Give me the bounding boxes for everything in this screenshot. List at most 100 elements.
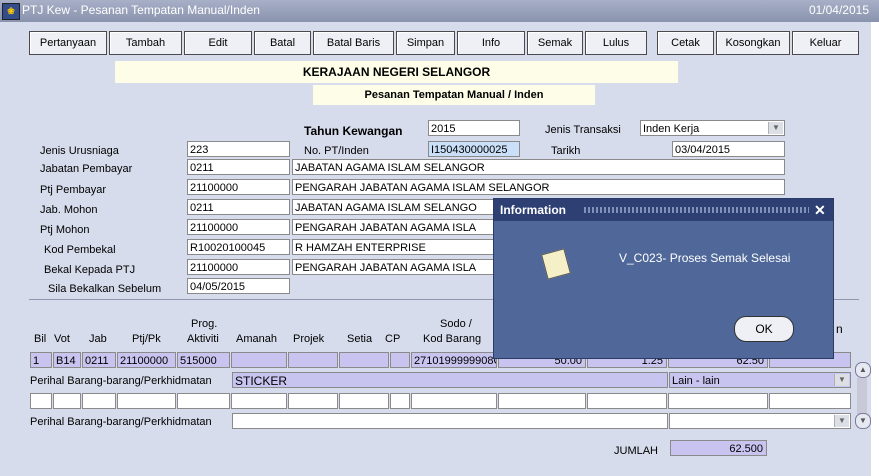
scrollbar-track[interactable]: [857, 378, 867, 414]
dialog-title-bar: Information ✕: [494, 199, 833, 221]
jenis-urusniaga-field[interactable]: 223: [187, 141, 290, 157]
form-title: Pesanan Tempatan Manual / Inden: [313, 85, 595, 105]
app-icon[interactable]: ❀: [2, 3, 20, 20]
col-jab: Jab: [89, 333, 107, 345]
jabatan-pembayar-name[interactable]: JABATAN AGAMA ISLAM SELANGOR: [292, 159, 785, 175]
perihal1-category[interactable]: Lain - lain ▼: [669, 372, 851, 388]
row1-jab[interactable]: 0211: [82, 352, 116, 368]
row1-amanah[interactable]: [231, 352, 287, 368]
keluar-button[interactable]: Keluar: [792, 31, 859, 55]
row1-vot[interactable]: B14: [53, 352, 81, 368]
row1-prog[interactable]: 515000: [177, 352, 230, 368]
row2-setia[interactable]: [339, 393, 389, 409]
tahun-label: Tahun Kewangan: [304, 124, 403, 138]
ptj-mohon-code[interactable]: 21100000: [187, 219, 290, 235]
col-vot: Vot: [54, 333, 70, 345]
lulus-button[interactable]: Lulus: [585, 31, 647, 55]
row2-ptj[interactable]: [117, 393, 176, 409]
edit-button[interactable]: Edit: [184, 31, 252, 55]
jab-mohon-code[interactable]: 0211: [187, 199, 290, 215]
kosongkan-button[interactable]: Kosongkan: [716, 31, 790, 55]
kod-pembekal-code[interactable]: R10020100045: [187, 239, 290, 255]
org-title: KERAJAAN NEGERI SELANGOR: [115, 61, 678, 83]
tarikh-field[interactable]: 03/04/2015: [672, 141, 785, 157]
bekal-kepada-code[interactable]: 21100000: [187, 259, 290, 275]
note-icon: [541, 248, 571, 280]
row1-projek[interactable]: [288, 352, 338, 368]
dialog-title: Information: [500, 203, 566, 217]
row2-bil[interactable]: [30, 393, 52, 409]
kod-pembekal-label: Kod Pembekal: [44, 244, 116, 256]
col-ptj: Ptj/Pk: [132, 333, 161, 345]
bekal-kepada-label: Bekal Kepada PTJ: [44, 264, 136, 276]
jenis-transaksi-select[interactable]: Inden Kerja ▼: [640, 120, 785, 136]
toolbar: Pertanyaan Tambah Edit Batal Batal Baris…: [10, 31, 870, 57]
info-button[interactable]: Info: [457, 31, 525, 55]
perihal2-category[interactable]: ▼: [669, 413, 851, 429]
row1-bil[interactable]: 1: [30, 352, 52, 368]
perihal1-category-value: Lain - lain: [672, 375, 720, 387]
close-icon[interactable]: ✕: [814, 199, 826, 221]
jumlah-label: JUMLAH: [614, 445, 659, 457]
no-pt-field[interactable]: I150430000025: [428, 141, 520, 157]
perihal1-field[interactable]: STICKER: [232, 372, 668, 388]
sila-bekalkan-field[interactable]: 04/05/2015: [187, 278, 290, 294]
row2-prog[interactable]: [177, 393, 230, 409]
col-prog-2: Aktiviti: [187, 333, 219, 345]
col-hidden-tail: n: [836, 322, 843, 336]
batal-button[interactable]: Batal: [254, 31, 311, 55]
pertanyaan-button[interactable]: Pertanyaan: [29, 31, 107, 55]
row2-projek[interactable]: [288, 393, 338, 409]
simpan-button[interactable]: Simpan: [396, 31, 455, 55]
row2-kod-barang[interactable]: [411, 393, 497, 409]
batal-baris-button[interactable]: Batal Baris: [313, 31, 394, 55]
chevron-down-icon[interactable]: ▼: [768, 122, 783, 134]
information-dialog: Information ✕ V_C023- Proses Semak Seles…: [493, 198, 834, 359]
tarikh-label: Tarikh: [551, 145, 581, 157]
tambah-button[interactable]: Tambah: [109, 31, 182, 55]
window-date: 01/04/2015: [808, 3, 869, 17]
jab-mohon-label: Jab. Mohon: [40, 204, 98, 216]
row2-total[interactable]: [668, 393, 768, 409]
chevron-down-icon[interactable]: ▼: [834, 415, 849, 427]
ptj-pembayar-code[interactable]: 21100000: [187, 179, 290, 195]
row2-jab[interactable]: [82, 393, 116, 409]
chevron-down-icon[interactable]: ▼: [834, 374, 849, 386]
col-projek: Projek: [293, 333, 325, 345]
cetak-button[interactable]: Cetak: [657, 31, 714, 55]
col-amanah: Amanah: [236, 333, 277, 345]
row1-ptj[interactable]: 21100000: [117, 352, 176, 368]
row2-price[interactable]: [587, 393, 667, 409]
row1-setia[interactable]: [339, 352, 389, 368]
tahun-field[interactable]: 2015: [428, 120, 520, 136]
dialog-message: V_C023- Proses Semak Selesai: [619, 251, 791, 265]
row1-cp[interactable]: [390, 352, 410, 368]
jenis-transaksi-label: Jenis Transaksi: [545, 124, 621, 136]
perihal2-field[interactable]: [232, 413, 668, 429]
scroll-up-icon[interactable]: ▲: [855, 362, 871, 378]
col-setia: Setia: [347, 333, 373, 345]
frame-edge: [871, 22, 879, 476]
row2-extra[interactable]: [769, 393, 851, 409]
ptj-mohon-label: Ptj Mohon: [40, 224, 90, 236]
jumlah-field[interactable]: 62.500: [670, 440, 767, 456]
dialog-title-grip: [584, 207, 809, 213]
jabatan-pembayar-label: Jabatan Pembayar: [40, 163, 133, 175]
row1-kod-barang[interactable]: 2710199999908C: [411, 352, 497, 368]
ok-button[interactable]: OK: [734, 316, 794, 342]
window-title: PTJ Kew - Pesanan Tempatan Manual/Inden: [22, 3, 260, 17]
col-sodo-2: Kod Barang: [423, 333, 482, 345]
row2-cp[interactable]: [390, 393, 410, 409]
row2-qty[interactable]: [498, 393, 586, 409]
col-sodo-1: Sodo /: [440, 318, 472, 330]
col-bil: Bil: [34, 333, 47, 345]
perihal2-label: Perihal Barang-barang/Perkhidmatan: [30, 416, 212, 428]
jabatan-pembayar-code[interactable]: 0211: [187, 159, 290, 175]
row2-amanah[interactable]: [231, 393, 287, 409]
scroll-down-icon[interactable]: ▼: [855, 413, 871, 429]
semak-button[interactable]: Semak: [527, 31, 583, 55]
col-cp: CP: [385, 333, 401, 345]
sila-bekalkan-label: Sila Bekalkan Sebelum: [48, 283, 162, 295]
row2-vot[interactable]: [53, 393, 81, 409]
ptj-pembayar-name[interactable]: PENGARAH JABATAN AGAMA ISLAM SELANGOR: [292, 179, 785, 195]
